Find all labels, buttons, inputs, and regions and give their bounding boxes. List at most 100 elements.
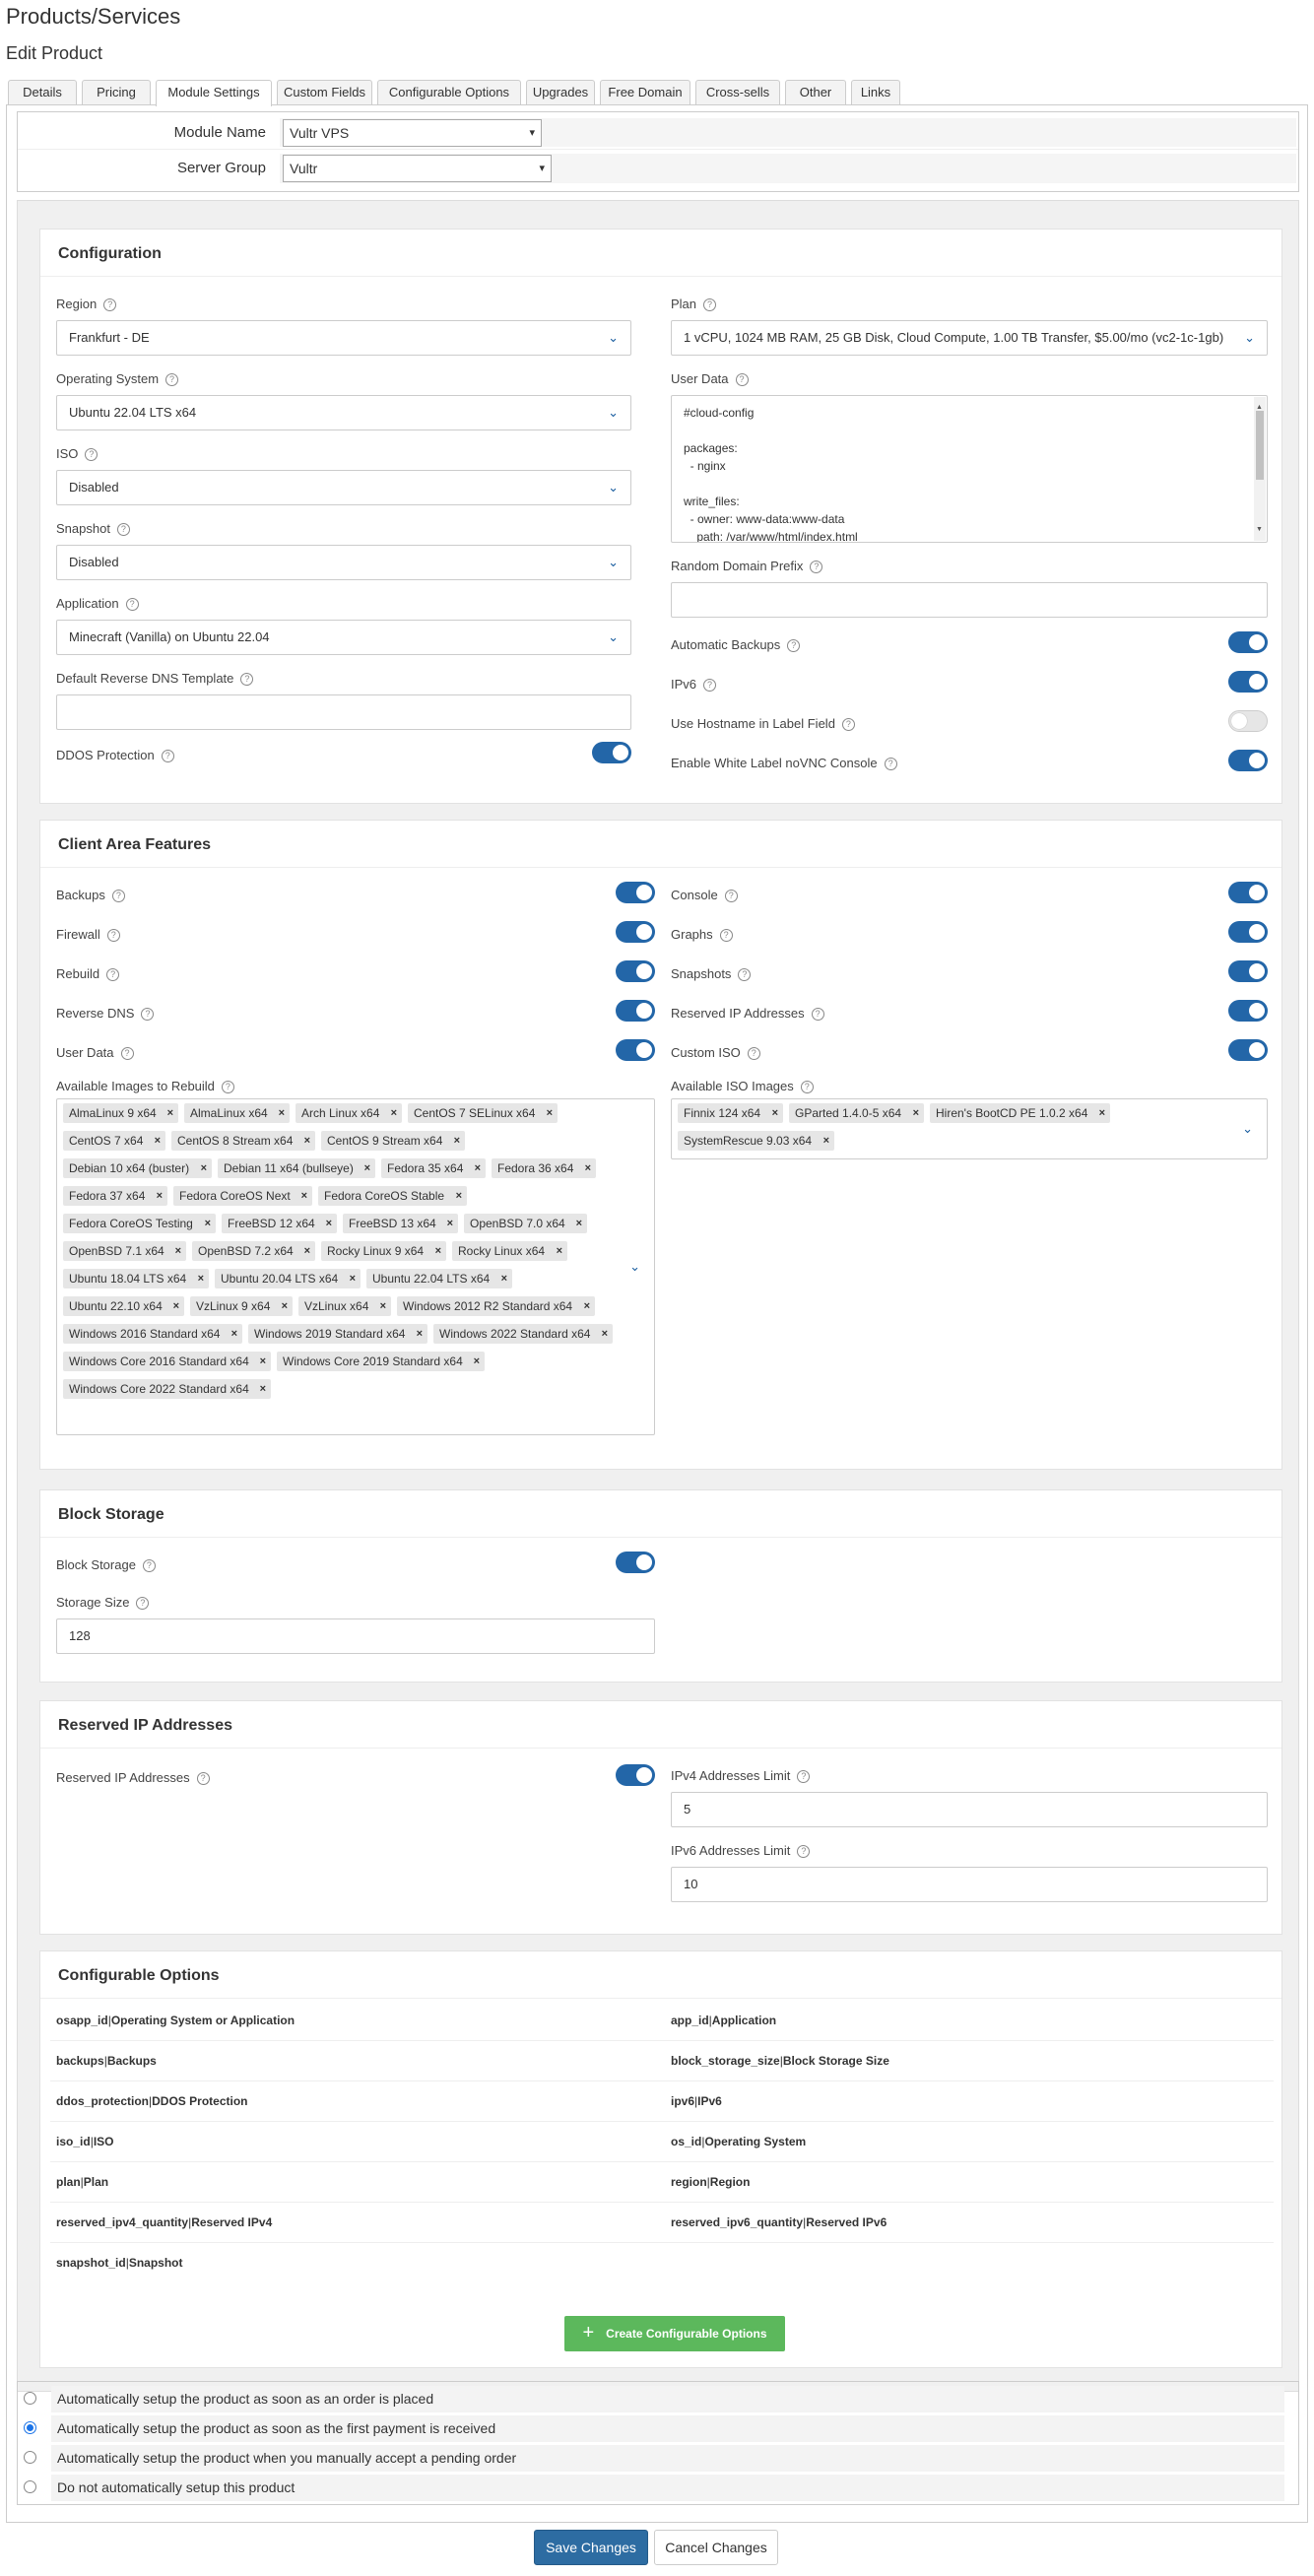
help-icon[interactable]: ?: [797, 1845, 811, 1859]
remove-icon[interactable]: ×: [475, 1158, 481, 1178]
remove-icon[interactable]: ×: [301, 1186, 307, 1206]
image-tag[interactable]: Finnix 124 x64 ×: [678, 1103, 783, 1123]
plan-select[interactable]: 1 vCPU, 1024 MB RAM, 25 GB Disk, Cloud C…: [671, 320, 1268, 356]
rebuild-images-select[interactable]: ⌄ AlmaLinux 9 x64 × AlmaLinux x64 × Arch Linu…: [56, 1098, 655, 1435]
autosetup-radio[interactable]: [24, 2421, 36, 2434]
help-icon[interactable]: ?: [116, 523, 130, 537]
ipv6-limit-input[interactable]: 10: [671, 1867, 1268, 1902]
tab-pricing[interactable]: Pricing: [82, 80, 151, 105]
image-tag[interactable]: CentOS 8 Stream x64 ×: [171, 1131, 315, 1151]
help-icon[interactable]: ?: [841, 718, 855, 732]
image-tag[interactable]: Fedora 37 x64 ×: [63, 1186, 167, 1206]
scrollbar-thumb[interactable]: [1256, 411, 1264, 480]
help-icon[interactable]: ?: [103, 298, 117, 312]
tab-custom-fields[interactable]: Custom Fields: [277, 80, 372, 105]
help-icon[interactable]: ?: [85, 448, 99, 462]
image-tag[interactable]: SystemRescue 9.03 x64 ×: [678, 1131, 834, 1151]
help-icon[interactable]: ?: [196, 1772, 210, 1786]
remove-icon[interactable]: ×: [474, 1352, 480, 1371]
ddos-toggle[interactable]: [592, 742, 631, 763]
storage-size-input[interactable]: 128: [56, 1618, 655, 1654]
image-tag[interactable]: FreeBSD 12 x64 ×: [222, 1214, 337, 1233]
tab-links[interactable]: Links: [851, 80, 900, 105]
remove-icon[interactable]: ×: [584, 1296, 590, 1316]
tab-other[interactable]: Other: [785, 80, 846, 105]
image-tag[interactable]: Windows 2022 Standard x64 ×: [433, 1324, 613, 1344]
autosetup-option[interactable]: Automatically setup the product when you…: [18, 2443, 1298, 2473]
remove-icon[interactable]: ×: [279, 1103, 285, 1123]
image-tag[interactable]: Windows 2016 Standard x64 ×: [63, 1324, 242, 1344]
image-tag[interactable]: FreeBSD 13 x64 ×: [343, 1214, 458, 1233]
feature-toggle-custom-iso[interactable]: [1228, 1039, 1268, 1061]
image-tag[interactable]: Fedora 35 x64 ×: [381, 1158, 486, 1178]
autosetup-option[interactable]: Automatically setup the product as soon …: [18, 2413, 1298, 2443]
image-tag[interactable]: Fedora CoreOS Next ×: [173, 1186, 312, 1206]
image-tag[interactable]: OpenBSD 7.1 x64 ×: [63, 1241, 186, 1261]
snapshot-select[interactable]: Disabled ⌄: [56, 545, 631, 580]
remove-icon[interactable]: ×: [167, 1103, 173, 1123]
image-tag[interactable]: Ubuntu 22.10 x64 ×: [63, 1296, 184, 1316]
help-icon[interactable]: ?: [719, 929, 733, 943]
userdata-textarea[interactable]: #cloud-config packages: - nginx write_fi…: [671, 395, 1268, 543]
help-icon[interactable]: ?: [165, 373, 179, 387]
image-tag[interactable]: Debian 10 x64 (buster) ×: [63, 1158, 212, 1178]
image-tag[interactable]: Hiren's BootCD PE 1.0.2 x64 ×: [930, 1103, 1110, 1123]
feature-toggle-rebuild[interactable]: [616, 960, 655, 982]
help-icon[interactable]: ?: [811, 1008, 824, 1022]
image-tag[interactable]: OpenBSD 7.0 x64 ×: [464, 1214, 587, 1233]
remove-icon[interactable]: ×: [772, 1103, 778, 1123]
help-icon[interactable]: ?: [703, 298, 717, 312]
reserved-ip-toggle[interactable]: [616, 1764, 655, 1786]
remove-icon[interactable]: ×: [576, 1214, 582, 1233]
remove-icon[interactable]: ×: [547, 1103, 553, 1123]
remove-icon[interactable]: ×: [391, 1103, 397, 1123]
autosetup-radio[interactable]: [24, 2392, 36, 2405]
remove-icon[interactable]: ×: [501, 1269, 507, 1288]
feature-toggle-console[interactable]: [1228, 882, 1268, 903]
help-icon[interactable]: ?: [120, 1047, 134, 1061]
remove-icon[interactable]: ×: [1099, 1103, 1105, 1123]
remove-icon[interactable]: ×: [231, 1324, 237, 1344]
remove-icon[interactable]: ×: [380, 1296, 386, 1316]
image-tag[interactable]: AlmaLinux x64 ×: [184, 1103, 290, 1123]
remove-icon[interactable]: ×: [447, 1214, 453, 1233]
remove-icon[interactable]: ×: [456, 1186, 462, 1206]
image-tag[interactable]: CentOS 7 x64 ×: [63, 1131, 165, 1151]
image-tag[interactable]: Windows Core 2019 Standard x64 ×: [277, 1352, 485, 1371]
autosetup-radio[interactable]: [24, 2480, 36, 2493]
help-icon[interactable]: ?: [106, 929, 120, 943]
image-tag[interactable]: Windows Core 2022 Standard x64 ×: [63, 1379, 271, 1399]
tab-details[interactable]: Details: [8, 80, 77, 105]
novnc-toggle[interactable]: [1228, 750, 1268, 771]
remove-icon[interactable]: ×: [454, 1131, 460, 1151]
remove-icon[interactable]: ×: [260, 1352, 266, 1371]
image-tag[interactable]: OpenBSD 7.2 x64 ×: [192, 1241, 315, 1261]
image-tag[interactable]: CentOS 9 Stream x64 ×: [321, 1131, 465, 1151]
remove-icon[interactable]: ×: [417, 1324, 423, 1344]
os-select[interactable]: Ubuntu 22.04 LTS x64 ⌄: [56, 395, 631, 430]
ipv6-toggle[interactable]: [1228, 671, 1268, 693]
feature-toggle-user-data[interactable]: [616, 1039, 655, 1061]
image-tag[interactable]: GParted 1.4.0-5 x64 ×: [789, 1103, 924, 1123]
server-group-select[interactable]: Vultr ▾: [283, 155, 552, 182]
iso-images-select[interactable]: ⌄ Finnix 124 x64 × GParted 1.4.0-5 x64 × Hire…: [671, 1098, 1268, 1159]
remove-icon[interactable]: ×: [326, 1214, 332, 1233]
image-tag[interactable]: Windows 2019 Standard x64 ×: [248, 1324, 427, 1344]
image-tag[interactable]: VzLinux x64 ×: [298, 1296, 391, 1316]
feature-toggle-firewall[interactable]: [616, 921, 655, 943]
tab-cross-sells[interactable]: Cross-sells: [695, 80, 780, 105]
image-tag[interactable]: Ubuntu 20.04 LTS x64 ×: [215, 1269, 361, 1288]
image-tag[interactable]: Ubuntu 22.04 LTS x64 ×: [366, 1269, 512, 1288]
help-icon[interactable]: ?: [797, 1770, 811, 1784]
help-icon[interactable]: ?: [810, 561, 823, 574]
region-select[interactable]: Frankfurt - DE ⌄: [56, 320, 631, 356]
help-icon[interactable]: ?: [142, 1559, 156, 1573]
feature-toggle-backups[interactable]: [616, 882, 655, 903]
remove-icon[interactable]: ×: [364, 1158, 370, 1178]
auto-backups-toggle[interactable]: [1228, 631, 1268, 653]
help-icon[interactable]: ?: [141, 1008, 155, 1022]
remove-icon[interactable]: ×: [435, 1241, 441, 1261]
remove-icon[interactable]: ×: [201, 1158, 207, 1178]
remove-icon[interactable]: ×: [585, 1158, 591, 1178]
tab-free-domain[interactable]: Free Domain: [600, 80, 690, 105]
